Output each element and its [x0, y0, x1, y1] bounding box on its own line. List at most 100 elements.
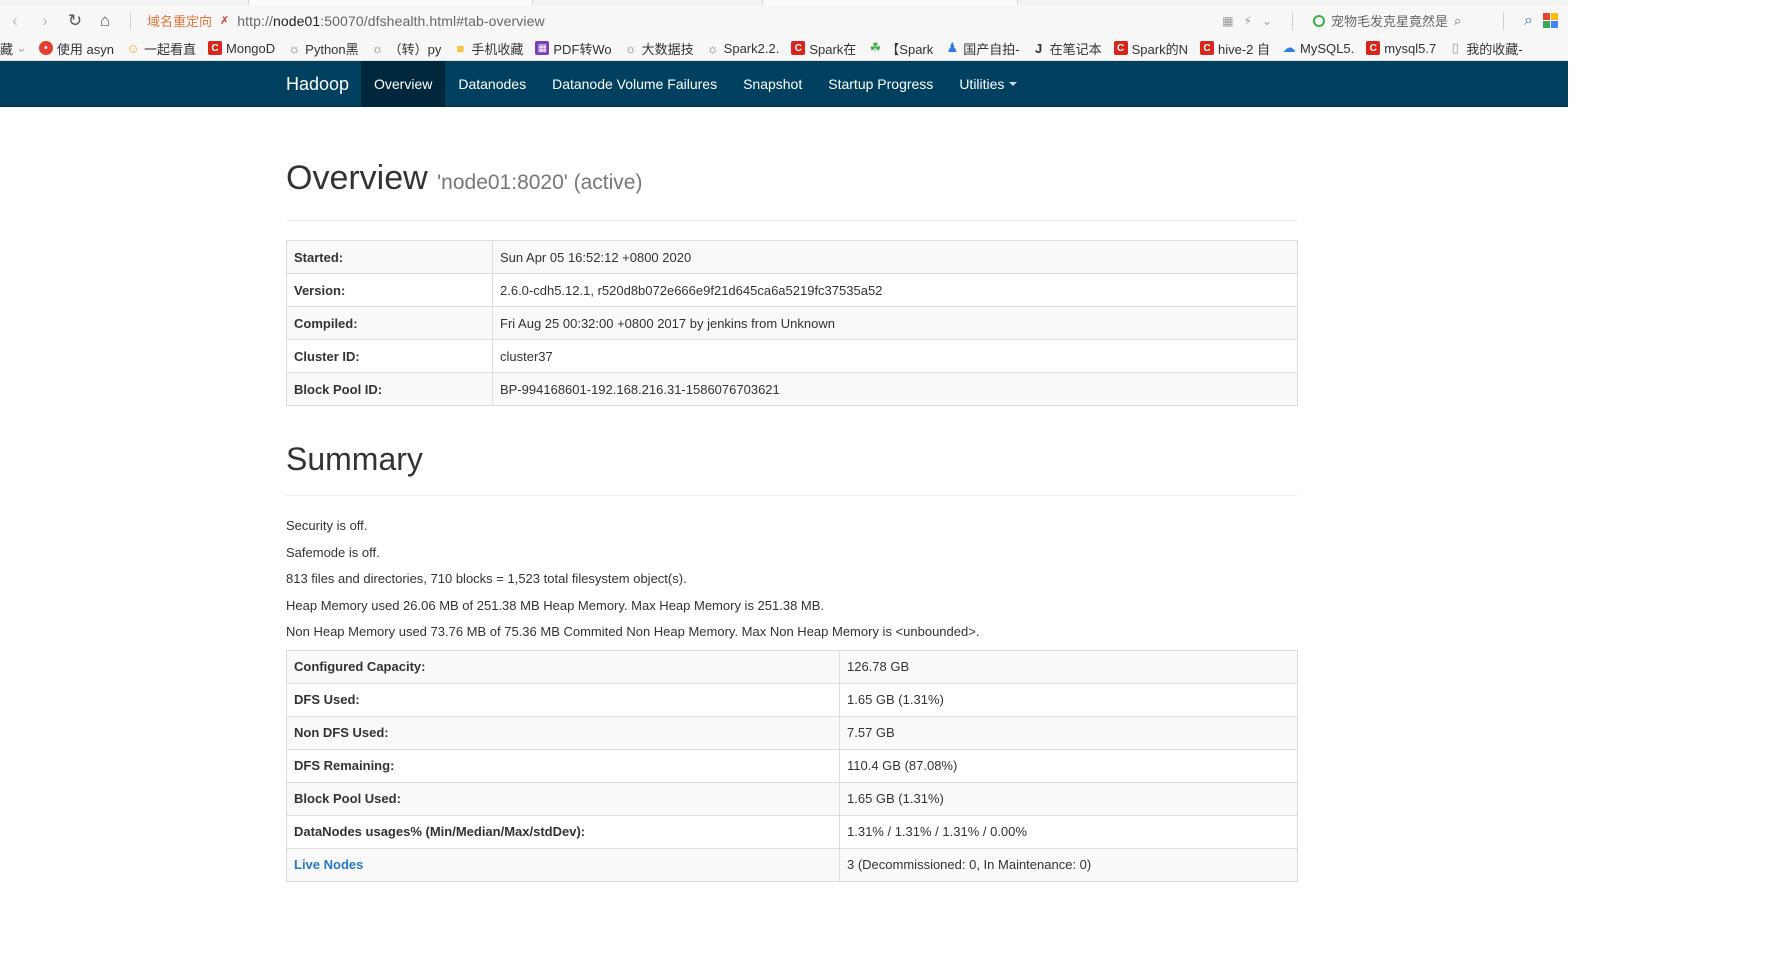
summary-text: Security is off. Safemode is off. 813 file…	[286, 513, 1298, 646]
back-icon[interactable]: ‹	[0, 8, 30, 34]
leaf-icon: ☘	[869, 40, 882, 55]
bookmark-label: 【Spark	[886, 41, 934, 57]
bookmarks-bar: 藏 ⌄ • 使用 asyn ☺ 一起看直 C MongoD ☼ Python黑 ☼ （转）py ■ 手机收…	[0, 36, 1568, 61]
row-value: cluster37	[492, 339, 1298, 373]
bookmark-item[interactable]: ■ 手机收藏	[453, 39, 523, 58]
nav-label: Overview	[374, 76, 433, 92]
nav-snapshot[interactable]: Snapshot	[730, 61, 815, 107]
row-label: Block Pool Used:	[286, 781, 840, 816]
url-field[interactable]: http://node01:50070/dfshealth.html#tab-o…	[237, 13, 544, 29]
table-row: Started: Sun Apr 05 16:52:12 +0800 2020	[286, 240, 1298, 274]
nav-menu: Overview Datanodes Datanode Volume Failu…	[361, 61, 1030, 107]
bookmark-item[interactable]: J 在笔记本	[1032, 39, 1102, 58]
bookmark-item[interactable]: Chive-2 自	[1199, 39, 1271, 58]
bookmark-label: Spark2.2.	[723, 40, 780, 56]
nav-datanode-volume-failures[interactable]: Datanode Volume Failures	[539, 61, 730, 107]
face-icon: ☺	[126, 40, 140, 56]
bookmark-item[interactable]: ♟ 国产自拍-	[945, 39, 1019, 58]
table-row: DataNodes usages% (Min/Median/Max/stdDev…	[286, 814, 1298, 849]
row-value: 2.6.0-cdh5.12.1, r520d8b072e666e9f21d645…	[492, 273, 1298, 307]
bookmark-label: 我的收藏-	[1466, 41, 1523, 57]
bookmark-item[interactable]: 藏 ⌄	[0, 39, 27, 58]
apps-icon[interactable]	[1543, 13, 1558, 28]
nav-label: Snapshot	[743, 76, 803, 92]
nav-label: Datanode Volume Failures	[552, 76, 718, 92]
bookmark-item[interactable]: C MongoD	[208, 41, 275, 56]
summary-line: Non Heap Memory used 73.76 MB of 75.36 M…	[286, 624, 980, 640]
row-label: Started:	[286, 240, 493, 274]
swirl-icon: ☼	[288, 40, 301, 56]
overview-table: Started: Sun Apr 05 16:52:12 +0800 2020 Ve…	[286, 240, 1298, 406]
table-row: Version: 2.6.0-cdh5.12.1, r520d8b072e666e…	[286, 273, 1298, 307]
row-value: 3 (Decommissioned: 0, In Maintenance: 0)	[839, 847, 1298, 882]
summary-table: Configured Capacity: 126.78 GB DFS Used: 1.…	[286, 649, 1298, 882]
row-value: 110.4 GB (87.08%)	[839, 748, 1298, 783]
row-label: DFS Used:	[286, 682, 840, 717]
row-value: 7.57 GB	[839, 715, 1298, 750]
row-label: DataNodes usages% (Min/Median/Max/stdDev…	[286, 814, 840, 849]
nav-label: Utilities	[959, 76, 1005, 92]
chevron-down-icon[interactable]: ⌄	[16, 40, 27, 56]
nav-utilities-dropdown[interactable]: Utilities	[946, 61, 1030, 107]
chevron-down-icon[interactable]: ⌄	[1262, 14, 1272, 28]
summary-header: Summary	[286, 440, 1298, 496]
bookmark-item[interactable]: ☘ 【Spark	[868, 39, 933, 58]
bookmark-item[interactable]: C Spark在	[791, 39, 856, 58]
bookmark-label: （转）py	[388, 41, 442, 57]
bookmark-label: PDF转Wo	[553, 41, 612, 57]
bookmark-item[interactable]: ▯ 我的收藏-	[1448, 39, 1523, 58]
hadoop-navbar: Hadoop Overview Datanodes Datanode Volum…	[0, 61, 1568, 107]
search-engine-icon	[1313, 14, 1326, 27]
bookmark-item[interactable]: ☁ MySQL5.	[1282, 40, 1355, 56]
bookmark-item[interactable]: ☼ Python黑	[287, 39, 358, 58]
bookmark-item[interactable]: ☼ （转）py	[371, 39, 442, 58]
bookmark-label: 国产自拍-	[963, 41, 1020, 57]
bookmark-label: Spark的N	[1131, 41, 1188, 57]
forward-icon[interactable]: ›	[30, 8, 60, 34]
table-row: Non DFS Used: 7.57 GB	[286, 715, 1298, 750]
nav-overview[interactable]: Overview	[361, 61, 446, 107]
row-label: Non DFS Used:	[286, 715, 840, 750]
bookmark-item[interactable]: ☼ 大数据技	[624, 39, 694, 58]
row-value: Sun Apr 05 16:52:12 +0800 2020	[492, 240, 1298, 274]
row-label: Compiled:	[286, 306, 493, 340]
row-value: Fri Aug 25 00:32:00 +0800 2017 by jenkin…	[492, 306, 1298, 340]
table-row: Cluster ID: cluster37	[286, 339, 1298, 373]
search-icon[interactable]: ⌕	[1454, 13, 1461, 29]
bookmark-label: MySQL5.	[1300, 40, 1355, 56]
nav-datanodes[interactable]: Datanodes	[445, 61, 539, 107]
table-row: Compiled: Fri Aug 25 00:32:00 +0800 2017 …	[286, 306, 1298, 340]
nav-startup-progress[interactable]: Startup Progress	[815, 61, 946, 107]
c-icon: C	[208, 41, 223, 55]
search-suggestion: 宠物毛发克星竟然是	[1331, 14, 1449, 29]
reload-icon[interactable]: ↻	[60, 8, 90, 34]
table-row: Block Pool Used: 1.65 GB (1.31%)	[286, 781, 1298, 816]
bookmark-item[interactable]: C Spark的N	[1113, 39, 1188, 58]
bookmark-item[interactable]: • 使用 asyn	[38, 39, 114, 58]
bookmark-label: 手机收藏	[471, 41, 524, 57]
c-icon: C	[1199, 41, 1214, 55]
qr-icon[interactable]: ▦	[1222, 14, 1233, 28]
zoom-icon[interactable]: ⌕	[1524, 12, 1533, 30]
table-row: Live Nodes 3 (Decommissioned: 0, In Maint…	[286, 847, 1298, 882]
main-content: Overview 'node01:8020' (active) Started:…	[286, 107, 1298, 882]
folder-icon: ■	[456, 40, 465, 56]
live-nodes-link[interactable]: Live Nodes	[294, 857, 363, 872]
bookmark-item[interactable]: ▦ PDF转Wo	[535, 39, 612, 58]
swirl-icon: ☼	[706, 40, 719, 56]
search-box[interactable]: 宠物毛发克星竟然是 ⌕	[1313, 11, 1483, 30]
divider	[130, 11, 131, 30]
row-label: Version:	[286, 273, 493, 307]
bookmark-item[interactable]: Cmysql5.7	[1366, 41, 1436, 56]
bookmark-label: 一起看直	[144, 41, 197, 57]
bookmark-item[interactable]: ☺ 一起看直	[126, 39, 196, 58]
bookmark-item[interactable]: ☼ Spark2.2.	[706, 41, 780, 56]
home-icon[interactable]: ⌂	[90, 8, 120, 34]
person-icon: ♟	[946, 40, 959, 55]
lightning-icon[interactable]: ⚡	[1244, 14, 1252, 28]
address-bar: ‹ › ↻ ⌂ 域名重定向 ✗ http://node01:50070/dfsh…	[0, 5, 1568, 36]
redirect-label[interactable]: 域名重定向	[147, 11, 212, 30]
c-icon: C	[1113, 41, 1128, 55]
brand-logo[interactable]: Hadoop	[286, 74, 349, 95]
bookmark-label: hive-2 自	[1217, 41, 1271, 57]
